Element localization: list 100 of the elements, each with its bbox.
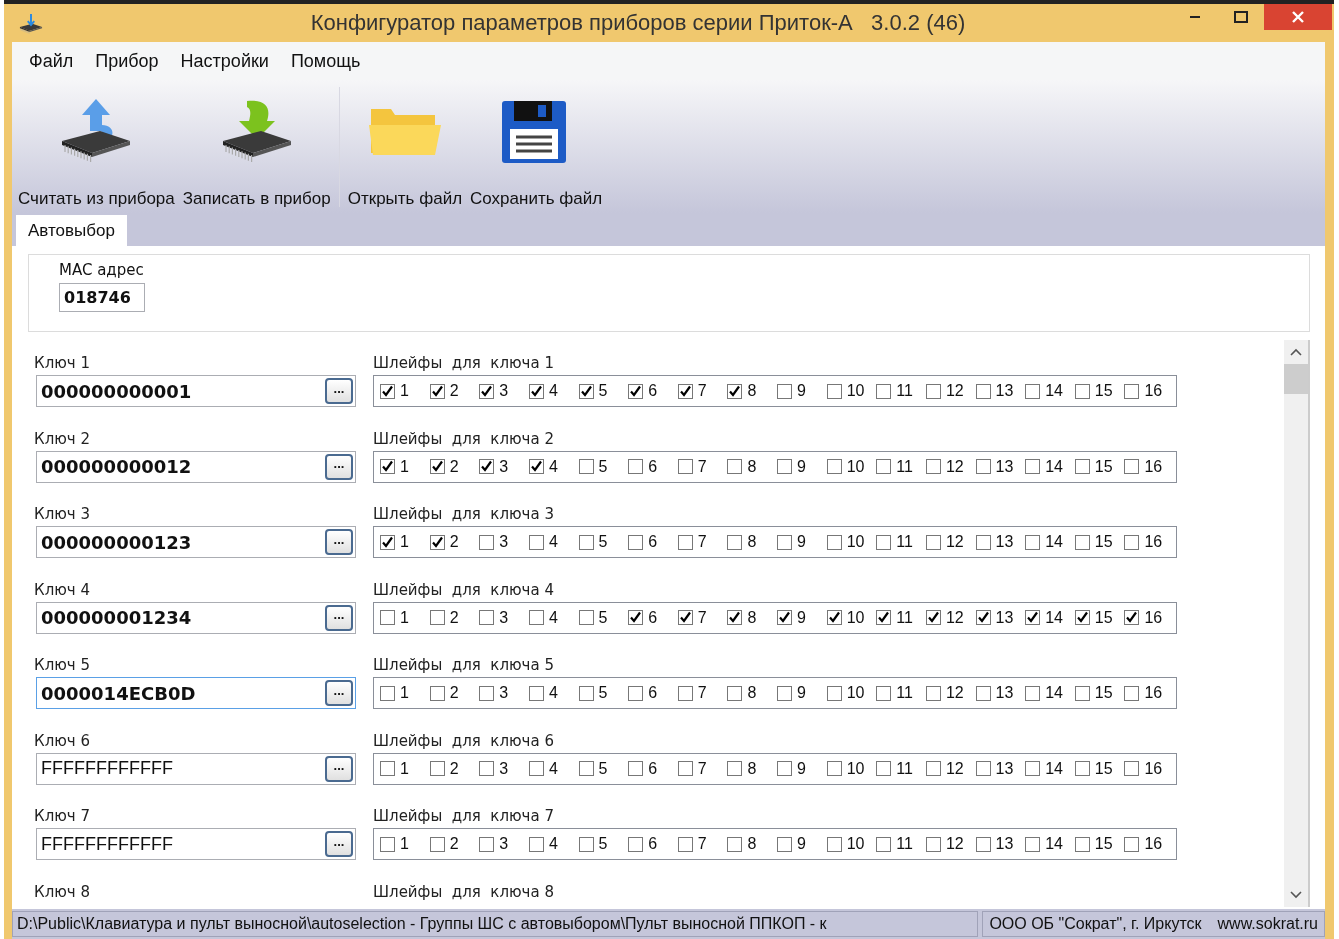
checkbox[interactable] xyxy=(1124,534,1140,550)
checkbox[interactable] xyxy=(1074,383,1090,399)
website-link[interactable]: www.sokrat.ru xyxy=(1217,915,1318,933)
checkbox[interactable] xyxy=(876,836,892,852)
checkbox[interactable] xyxy=(429,836,445,852)
checkbox[interactable] xyxy=(826,761,842,776)
key-input-field[interactable]: 0000014ECB0D ... xyxy=(36,677,356,709)
key-input-field[interactable]: 000000001234 ... xyxy=(36,601,356,634)
checkbox[interactable] xyxy=(528,610,544,625)
checkbox[interactable] xyxy=(380,534,395,550)
checkbox[interactable] xyxy=(628,383,644,399)
checkbox[interactable] xyxy=(578,836,594,852)
checkbox[interactable] xyxy=(925,685,941,701)
checkbox[interactable] xyxy=(380,459,395,474)
checkbox[interactable] xyxy=(578,685,594,701)
checkbox[interactable] xyxy=(1025,610,1041,625)
checkbox[interactable] xyxy=(826,836,842,852)
checkbox[interactable] xyxy=(925,761,941,776)
checkbox[interactable] xyxy=(677,836,693,852)
checkbox[interactable] xyxy=(628,761,644,776)
checkbox[interactable] xyxy=(677,685,693,701)
checkbox[interactable] xyxy=(578,534,594,550)
browse-button[interactable]: ... xyxy=(325,755,353,782)
checkbox[interactable] xyxy=(1025,383,1041,399)
checkbox[interactable] xyxy=(826,383,842,399)
checkbox[interactable] xyxy=(975,761,991,776)
checkbox[interactable] xyxy=(628,459,644,474)
checkbox[interactable] xyxy=(479,610,495,625)
toolbar-button[interactable]: Считать из прибора xyxy=(14,97,179,213)
menu-item[interactable]: Прибор xyxy=(84,50,170,72)
checkbox[interactable] xyxy=(1025,534,1041,550)
checkbox[interactable] xyxy=(578,459,594,474)
browse-button[interactable]: ... xyxy=(325,529,353,555)
checkbox[interactable] xyxy=(1074,685,1090,701)
checkbox[interactable] xyxy=(975,836,991,852)
checkbox[interactable] xyxy=(876,685,892,701)
checkbox[interactable] xyxy=(1025,836,1041,852)
checkbox[interactable] xyxy=(628,610,644,625)
checkbox[interactable] xyxy=(777,610,792,625)
checkbox[interactable] xyxy=(578,610,594,625)
key-input-field[interactable]: 000000000001 ... xyxy=(36,375,356,407)
checkbox[interactable] xyxy=(826,610,842,625)
checkbox[interactable] xyxy=(479,685,495,701)
toolbar-button[interactable]: Открыть файл xyxy=(343,97,467,213)
checkbox[interactable] xyxy=(1124,610,1140,625)
checkbox[interactable] xyxy=(777,761,792,776)
checkbox[interactable] xyxy=(777,459,792,474)
checkbox[interactable] xyxy=(727,761,743,776)
checkbox[interactable] xyxy=(380,761,395,776)
browse-button[interactable]: ... xyxy=(325,378,353,404)
checkbox[interactable] xyxy=(1074,836,1090,852)
checkbox[interactable] xyxy=(429,534,445,550)
checkbox[interactable] xyxy=(677,534,693,550)
checkbox[interactable] xyxy=(777,836,792,852)
checkbox[interactable] xyxy=(380,383,395,399)
checkbox[interactable] xyxy=(628,836,644,852)
checkbox[interactable] xyxy=(925,610,941,625)
checkbox[interactable] xyxy=(1124,836,1140,852)
checkbox[interactable] xyxy=(1124,761,1140,776)
checkbox[interactable] xyxy=(876,610,892,625)
vertical-scrollbar[interactable] xyxy=(1284,340,1310,907)
menu-item[interactable]: Настройки xyxy=(169,50,280,72)
checkbox[interactable] xyxy=(876,534,892,550)
menu-item[interactable]: Файл xyxy=(18,50,85,72)
checkbox[interactable] xyxy=(429,610,445,625)
browse-button[interactable]: ... xyxy=(325,453,353,480)
menu-item[interactable]: Помощь xyxy=(279,50,372,72)
checkbox[interactable] xyxy=(429,459,445,474)
checkbox[interactable] xyxy=(1074,534,1090,550)
checkbox[interactable] xyxy=(677,761,693,776)
checkbox[interactable] xyxy=(429,383,445,399)
checkbox[interactable] xyxy=(479,459,495,474)
checkbox[interactable] xyxy=(528,836,544,852)
checkbox[interactable] xyxy=(1025,685,1041,701)
key-input-field[interactable]: 000000000123 ... xyxy=(36,526,356,558)
checkbox[interactable] xyxy=(479,836,495,852)
checkbox[interactable] xyxy=(1124,459,1140,474)
checkbox[interactable] xyxy=(975,383,991,399)
checkbox[interactable] xyxy=(727,383,743,399)
browse-button[interactable]: ... xyxy=(325,680,353,706)
checkbox[interactable] xyxy=(429,761,445,776)
checkbox[interactable] xyxy=(628,685,644,701)
tab[interactable]: Автовыбор xyxy=(16,215,127,246)
key-input-field[interactable]: FFFFFFFFFFFF ... xyxy=(36,828,356,860)
checkbox[interactable] xyxy=(479,383,495,399)
checkbox[interactable] xyxy=(380,836,395,852)
key-input-field[interactable]: FFFFFFFFFFFF ... xyxy=(36,752,356,785)
checkbox[interactable] xyxy=(1074,459,1090,474)
checkbox[interactable] xyxy=(528,534,544,550)
checkbox[interactable] xyxy=(777,534,792,550)
checkbox[interactable] xyxy=(528,383,544,399)
scrollbar-thumb[interactable] xyxy=(1284,364,1308,394)
checkbox[interactable] xyxy=(429,685,445,701)
checkbox[interactable] xyxy=(528,761,544,776)
checkbox[interactable] xyxy=(876,459,892,474)
checkbox[interactable] xyxy=(528,459,544,474)
checkbox[interactable] xyxy=(727,610,743,625)
checkbox[interactable] xyxy=(826,459,842,474)
checkbox[interactable] xyxy=(826,534,842,550)
checkbox[interactable] xyxy=(1124,685,1140,701)
